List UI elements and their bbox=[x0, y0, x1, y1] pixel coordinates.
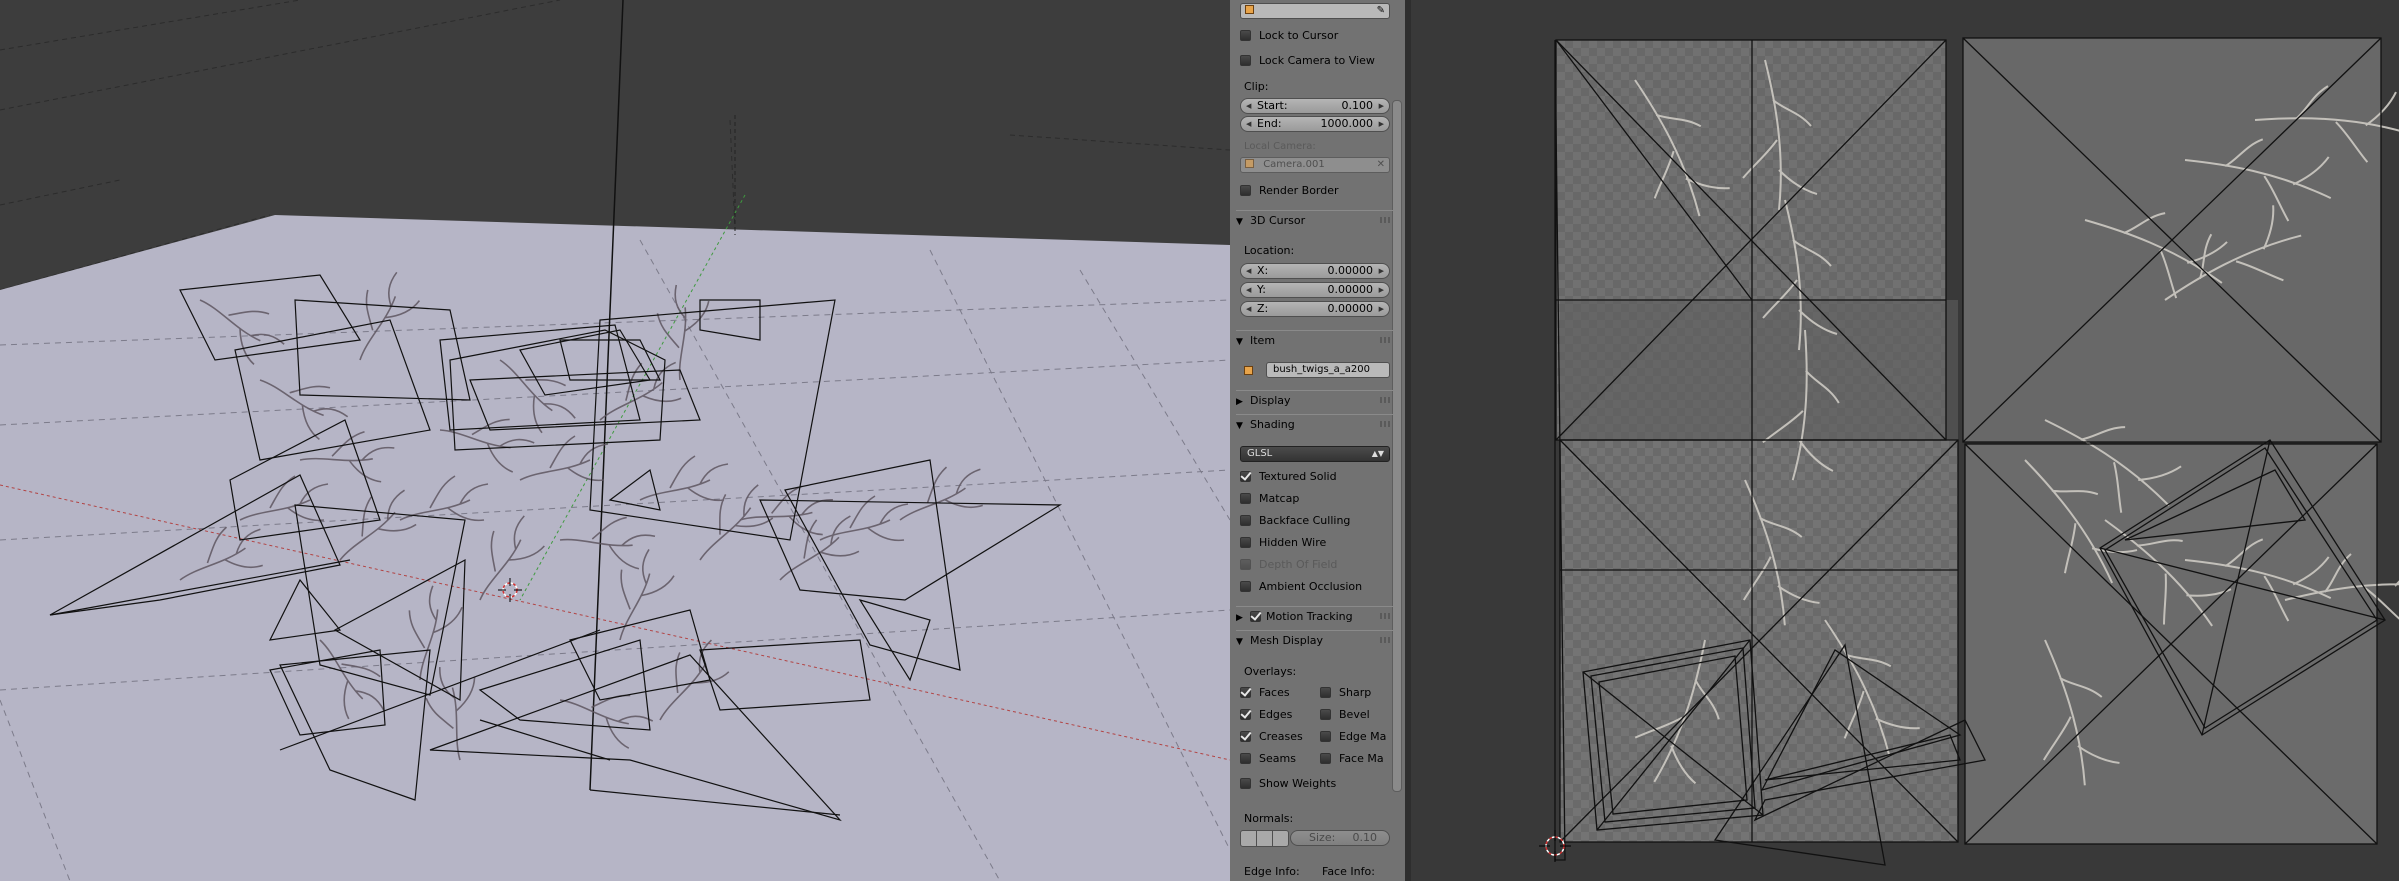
face-marks-checkbox[interactable]: Face Ma bbox=[1320, 751, 1384, 767]
decrement-arrow-icon[interactable]: ◀ bbox=[1246, 264, 1251, 278]
render-border-checkbox[interactable]: Render Border bbox=[1240, 183, 1339, 199]
sidebar-scrollbar[interactable] bbox=[1392, 100, 1402, 792]
increment-arrow-icon[interactable]: ▶ bbox=[1379, 99, 1384, 113]
collapsed-triangle-icon: ▶ bbox=[1236, 397, 1243, 407]
lock-camera-to-view-checkbox[interactable]: Lock Camera to View bbox=[1240, 53, 1375, 69]
face-normals-toggle[interactable] bbox=[1272, 830, 1289, 847]
editor-divider[interactable] bbox=[1405, 0, 1411, 881]
dropdown-arrows-icon: ▲▼ bbox=[1371, 449, 1384, 458]
collapsed-triangle-icon: ▶ bbox=[1236, 613, 1243, 623]
edge-info-label: Edge Info: bbox=[1244, 865, 1300, 878]
increment-arrow-icon[interactable]: ▶ bbox=[1379, 117, 1384, 131]
motion-tracking-checkbox[interactable] bbox=[1250, 611, 1261, 622]
clip-start-field[interactable]: ◀ Start: 0.100 ▶ bbox=[1240, 98, 1390, 114]
drag-grip-icon[interactable] bbox=[1380, 613, 1390, 619]
expanded-triangle-icon: ▼ bbox=[1236, 421, 1243, 431]
show-weights-checkbox[interactable]: Show Weights bbox=[1240, 776, 1336, 792]
cursor-y-field[interactable]: ◀ Y: 0.00000 ▶ bbox=[1240, 282, 1390, 298]
vertex-normals-toggle[interactable] bbox=[1240, 830, 1257, 847]
local-camera-field[interactable]: Camera.001 ✕ bbox=[1240, 157, 1390, 173]
cursor-x-field[interactable]: ◀ X: 0.00000 ▶ bbox=[1240, 263, 1390, 279]
motion-tracking-panel-header[interactable]: ▶ Motion Tracking bbox=[1236, 606, 1396, 627]
object-cube-icon bbox=[1245, 159, 1254, 168]
edge-marks-checkbox[interactable]: Edge Ma bbox=[1320, 729, 1386, 745]
expanded-triangle-icon: ▼ bbox=[1236, 217, 1243, 227]
decrement-arrow-icon[interactable]: ◀ bbox=[1246, 117, 1251, 131]
bevel-checkbox[interactable]: Bevel bbox=[1320, 707, 1370, 723]
eyedropper-icon[interactable]: ✎ bbox=[1377, 4, 1385, 18]
shading-mode-dropdown[interactable]: GLSL ▲▼ bbox=[1240, 446, 1390, 462]
increment-arrow-icon[interactable]: ▶ bbox=[1379, 302, 1384, 316]
drag-grip-icon[interactable] bbox=[1380, 337, 1390, 343]
normals-row: Size: 0.10 bbox=[1240, 830, 1390, 847]
expanded-triangle-icon: ▼ bbox=[1236, 337, 1243, 347]
lock-to-cursor-checkbox[interactable]: Lock to Cursor bbox=[1240, 28, 1338, 44]
uv-image-editor[interactable] bbox=[1405, 0, 2399, 881]
local-camera-label: Local Camera: bbox=[1244, 141, 1316, 152]
display-panel-header[interactable]: ▶ Display bbox=[1236, 390, 1396, 411]
uv-canvas[interactable] bbox=[1405, 0, 2399, 881]
drag-grip-icon[interactable] bbox=[1380, 637, 1390, 643]
viewport-canvas[interactable] bbox=[0, 0, 1230, 881]
mesh-display-panel-header[interactable]: ▼ Mesh Display bbox=[1236, 630, 1396, 651]
split-normals-toggle[interactable] bbox=[1256, 830, 1273, 847]
increment-arrow-icon[interactable]: ▶ bbox=[1379, 264, 1384, 278]
shading-panel-header[interactable]: ▼ Shading bbox=[1236, 414, 1396, 435]
normals-size-field[interactable]: Size: 0.10 bbox=[1290, 830, 1390, 846]
clip-label: Clip: bbox=[1244, 80, 1269, 93]
textured-solid-checkbox[interactable]: Textured Solid bbox=[1240, 469, 1337, 485]
backface-culling-checkbox[interactable]: Backface Culling bbox=[1240, 513, 1350, 529]
item-name-field[interactable]: bush_twigs_a_a200 bbox=[1266, 362, 1390, 378]
seams-checkbox[interactable]: Seams bbox=[1240, 751, 1296, 767]
location-label: Location: bbox=[1244, 244, 1295, 257]
ambient-occlusion-checkbox[interactable]: Ambient Occlusion bbox=[1240, 579, 1362, 595]
matcap-checkbox[interactable]: Matcap bbox=[1240, 491, 1299, 507]
sharp-checkbox[interactable]: Sharp bbox=[1320, 685, 1371, 701]
decrement-arrow-icon[interactable]: ◀ bbox=[1246, 283, 1251, 297]
face-info-label: Face Info: bbox=[1322, 865, 1375, 878]
3d-cursor-panel-header[interactable]: ▼ 3D Cursor bbox=[1236, 210, 1396, 231]
expanded-triangle-icon: ▼ bbox=[1236, 637, 1243, 647]
3d-viewport[interactable] bbox=[0, 0, 1230, 881]
drag-grip-icon[interactable] bbox=[1380, 217, 1390, 223]
drag-grip-icon[interactable] bbox=[1380, 421, 1390, 427]
depth-of-field-checkbox: Depth Of Field bbox=[1240, 557, 1337, 573]
properties-sidebar[interactable]: ✎ Lock to Cursor Lock Camera to View Cli… bbox=[1230, 0, 1405, 881]
hidden-wire-checkbox[interactable]: Hidden Wire bbox=[1240, 535, 1326, 551]
overlays-label: Overlays: bbox=[1244, 665, 1297, 678]
creases-checkbox[interactable]: Creases bbox=[1240, 729, 1303, 745]
clip-end-field[interactable]: ◀ End: 1000.000 ▶ bbox=[1240, 116, 1390, 132]
object-cube-icon bbox=[1245, 5, 1254, 14]
edges-checkbox[interactable]: Edges bbox=[1240, 707, 1292, 723]
camera-object-field[interactable]: ✎ bbox=[1240, 3, 1390, 19]
x-icon[interactable]: ✕ bbox=[1377, 158, 1385, 172]
decrement-arrow-icon[interactable]: ◀ bbox=[1246, 302, 1251, 316]
faces-checkbox[interactable]: Faces bbox=[1240, 685, 1290, 701]
object-cube-icon bbox=[1244, 364, 1253, 377]
cursor-z-field[interactable]: ◀ Z: 0.00000 ▶ bbox=[1240, 301, 1390, 317]
increment-arrow-icon[interactable]: ▶ bbox=[1379, 283, 1384, 297]
decrement-arrow-icon[interactable]: ◀ bbox=[1246, 99, 1251, 113]
normals-label: Normals: bbox=[1244, 812, 1294, 825]
item-panel-header[interactable]: ▼ Item bbox=[1236, 330, 1396, 351]
blender-window: ✎ Lock to Cursor Lock Camera to View Cli… bbox=[0, 0, 2399, 881]
ground-plane bbox=[0, 215, 1230, 881]
drag-grip-icon[interactable] bbox=[1380, 397, 1390, 403]
